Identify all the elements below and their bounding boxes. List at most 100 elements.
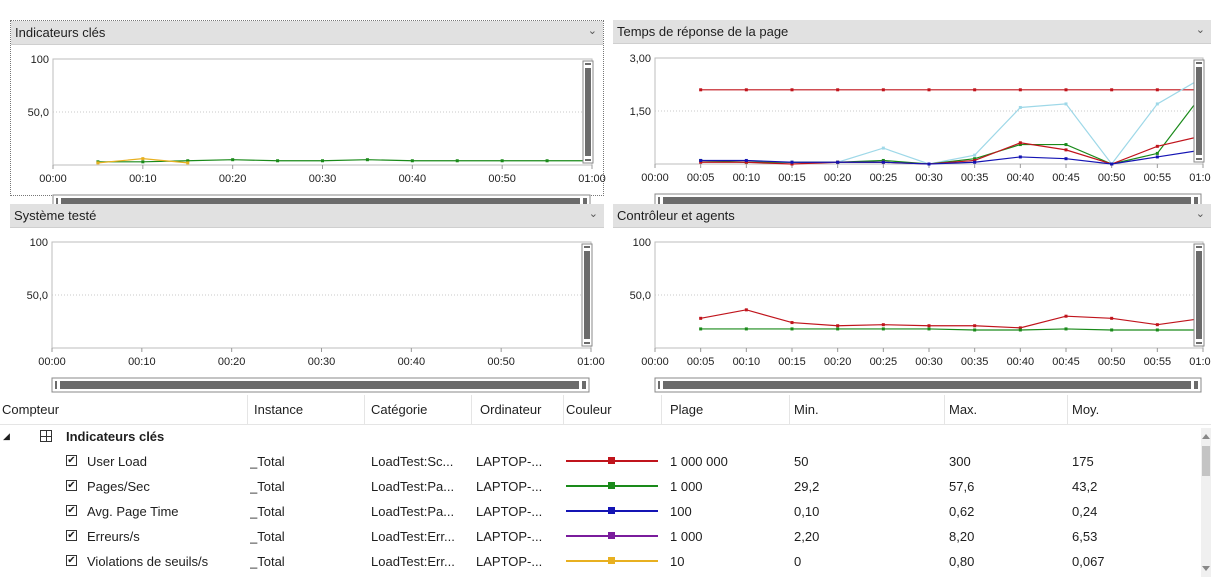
data-point (836, 324, 840, 328)
max: 0,62 (949, 504, 975, 519)
data-point (1064, 327, 1068, 331)
panel-header[interactable]: Contrôleur et agents ⌄ (613, 204, 1211, 228)
col-moy[interactable]: Moy. (1068, 395, 1211, 424)
panel-controleur-agents[interactable]: Contrôleur et agents ⌄ 100 50,0 00:00 00:05… (613, 204, 1211, 393)
x-tick-label: 00:40 (1007, 356, 1035, 368)
scroll-thumb[interactable] (1202, 446, 1210, 476)
chevron-down-icon[interactable]: ⌄ (588, 24, 597, 37)
color-swatch[interactable] (566, 532, 658, 539)
col-instance[interactable]: Instance (248, 395, 365, 424)
data-point (744, 88, 748, 92)
data-point (186, 161, 190, 165)
data-point (410, 159, 414, 163)
x-tick-label: 00:55 (1144, 172, 1172, 184)
data-point (699, 158, 703, 162)
color-swatch[interactable] (566, 482, 658, 489)
col-ordinateur[interactable]: Ordinateur (472, 395, 564, 424)
col-couleur[interactable]: Couleur (564, 395, 662, 424)
avg: 0,067 (1072, 554, 1105, 569)
plot-area (52, 58, 593, 166)
table-row[interactable]: ✔ Pages/Sec _Total LoadTest:Pa... LAPTOP-...… (0, 474, 1200, 499)
chevron-down-icon[interactable]: ⌄ (1196, 23, 1205, 36)
x-tick-label: 00:40 (399, 173, 427, 185)
x-tick-label: 00:25 (870, 172, 898, 184)
range: 1 000 (670, 529, 703, 544)
checkbox[interactable]: ✔ (66, 455, 77, 466)
x-tick-label: 00:35 (961, 172, 989, 184)
panel-systeme-teste[interactable]: Système testé ⌄ 100 50,0 00:00 00:10 00:20 00… (10, 204, 605, 393)
category: LoadTest:Err... (371, 529, 455, 544)
y-tick-label: 3,00 (630, 53, 651, 65)
color-swatch[interactable] (566, 557, 658, 564)
data-point (1155, 144, 1159, 148)
x-tick-label: 01:00 (578, 173, 606, 185)
data-point (455, 159, 459, 163)
chevron-down-icon[interactable]: ⌄ (1196, 207, 1205, 220)
horizontal-zoom-bar[interactable] (654, 377, 1202, 393)
plot-area (51, 241, 592, 349)
line-chart: 100 50,0 00:00 00:10 00:20 00:30 00:40 00:50 01:… (28, 54, 606, 210)
data-point (1155, 88, 1159, 92)
color-swatch[interactable] (566, 457, 658, 464)
col-max[interactable]: Max. (945, 395, 1068, 424)
computer: LAPTOP-... (476, 529, 543, 544)
data-point (1018, 105, 1022, 109)
max: 0,80 (949, 554, 975, 569)
table-row[interactable]: ✔ Violations de seuils/s _Total LoadTest:Er… (0, 549, 1200, 574)
panel-temps-reponse[interactable]: Temps de réponse de la page ⌄ 3,00 1,50 00… (613, 20, 1211, 209)
checkbox[interactable]: ✔ (66, 530, 77, 541)
checkbox[interactable]: ✔ (66, 555, 77, 566)
panel-indicateurs-cles[interactable]: Indicateurs clés ⌄ 100 50,0 00:00 00:10 00:2… (10, 20, 606, 210)
col-compteur[interactable]: Compteur (0, 395, 248, 424)
data-point (699, 327, 703, 331)
x-tick-label: 00:45 (1052, 356, 1080, 368)
group-row[interactable]: ◢ Indicateurs clés (0, 424, 1200, 449)
data-point (744, 327, 748, 331)
vertical-zoom-bar[interactable] (581, 243, 593, 347)
group-label: Indicateurs clés (66, 429, 165, 444)
horizontal-zoom-bar[interactable] (51, 377, 590, 393)
data-point (1018, 88, 1022, 92)
data-point (927, 88, 931, 92)
table-row[interactable]: ✔ Erreurs/s _Total LoadTest:Err... LAPTOP-..… (0, 524, 1200, 549)
data-point (790, 160, 794, 164)
avg: 6,53 (1072, 529, 1098, 544)
scroll-up-icon[interactable] (1202, 434, 1210, 439)
scroll-down-icon[interactable] (1202, 566, 1210, 571)
vertical-zoom-bar[interactable] (1193, 243, 1205, 347)
data-point (744, 308, 748, 312)
checkbox[interactable]: ✔ (66, 480, 77, 491)
x-tick-label: 00:10 (129, 173, 157, 185)
col-min[interactable]: Min. (790, 395, 945, 424)
x-tick-label: 00:00 (38, 356, 66, 368)
data-point (790, 327, 794, 331)
vertical-zoom-bar[interactable] (1193, 59, 1205, 163)
min: 2,20 (794, 529, 820, 544)
col-plage[interactable]: Plage (662, 395, 790, 424)
data-point (1155, 155, 1159, 159)
checkbox[interactable]: ✔ (66, 505, 77, 516)
x-tick-label: 00:30 (309, 173, 337, 185)
x-tick-label: 00:05 (687, 172, 715, 184)
data-point (141, 160, 145, 164)
panel-title: Indicateurs clés (15, 25, 106, 40)
table-row[interactable]: ✔ Avg. Page Time _Total LoadTest:Pa... LAPTO… (0, 499, 1200, 524)
data-point (699, 316, 703, 320)
data-point (973, 88, 977, 92)
x-tick-label: 00:40 (398, 356, 426, 368)
color-swatch[interactable] (566, 507, 658, 514)
vertical-zoom-bar[interactable] (582, 60, 594, 164)
col-categorie[interactable]: Catégorie (365, 395, 472, 424)
data-point (1110, 328, 1114, 332)
data-point (881, 88, 885, 92)
panel-header[interactable]: Indicateurs clés ⌄ (11, 21, 603, 45)
expand-icon[interactable]: ◢ (3, 424, 10, 449)
data-point (141, 157, 145, 161)
category: LoadTest:Pa... (371, 479, 455, 494)
chevron-down-icon[interactable]: ⌄ (589, 207, 598, 220)
data-point (927, 327, 931, 331)
table-row[interactable]: ✔ User Load _Total LoadTest:Sc... LAPTOP-...… (0, 449, 1200, 474)
panel-header[interactable]: Temps de réponse de la page ⌄ (613, 20, 1211, 44)
panel-header[interactable]: Système testé ⌄ (10, 204, 604, 228)
vertical-scrollbar[interactable] (1201, 428, 1211, 577)
